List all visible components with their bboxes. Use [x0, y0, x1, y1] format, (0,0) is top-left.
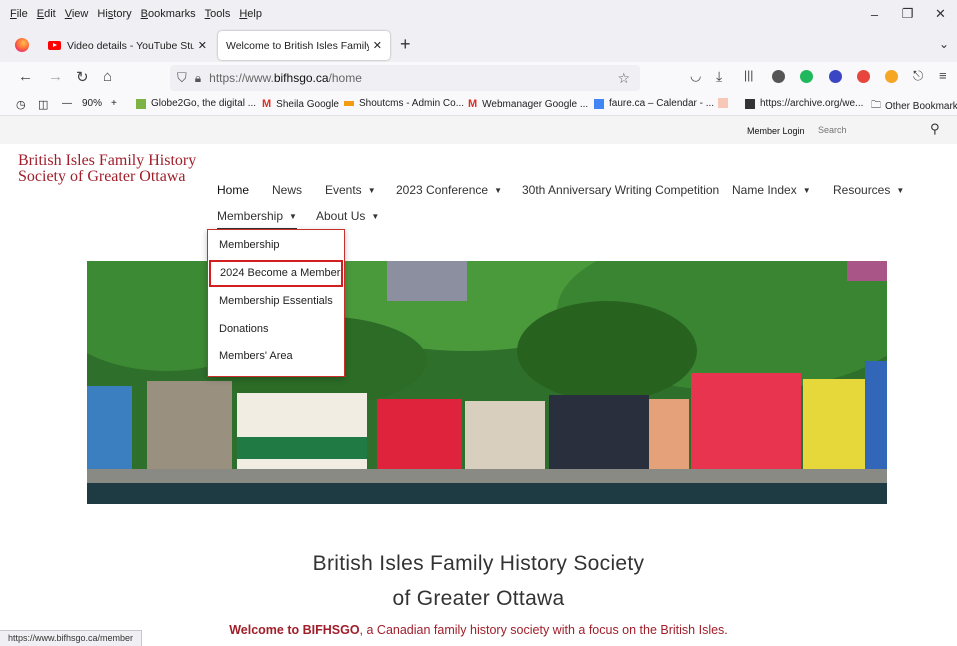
- shoutcms-icon: [344, 101, 354, 106]
- forward-icon[interactable]: →: [48, 68, 63, 85]
- tab-close-icon[interactable]: ✕: [373, 39, 382, 52]
- menu-bar: File Edit View History Bookmarks Tools H…: [0, 0, 957, 28]
- zoom-out-button[interactable]: —: [62, 98, 72, 109]
- site-search-input[interactable]: [812, 119, 942, 141]
- caret-down-icon: ▼: [802, 186, 811, 195]
- dropdown-item-donations[interactable]: Donations: [208, 316, 344, 343]
- extension-s-icon[interactable]: [772, 70, 785, 83]
- pocket-icon[interactable]: ◡: [690, 68, 701, 84]
- nav-membership[interactable]: Membership ▼: [217, 209, 297, 229]
- caret-down-icon: ▼: [896, 186, 905, 195]
- bookmark-sheila-google[interactable]: M Sheila Google: [262, 98, 339, 110]
- zoom-level[interactable]: 90%: [82, 98, 102, 109]
- list-all-tabs-button[interactable]: ⌄: [939, 37, 949, 51]
- nav-events[interactable]: Events ▼: [325, 183, 376, 197]
- bookmarks-bar: ◷ ◫ — 90% + Globe2Go, the digital ... MS…: [0, 94, 957, 116]
- extension-g-icon[interactable]: [800, 70, 813, 83]
- bookmark-globe2go[interactable]: Globe2Go, the digital ...: [136, 98, 256, 109]
- share-icon[interactable]: ⎋: [913, 68, 923, 84]
- globe2go-icon: [136, 98, 146, 109]
- history-icon[interactable]: ◷: [16, 98, 26, 111]
- caret-down-icon: ▼: [289, 212, 297, 221]
- hamburger-menu-icon[interactable]: ≡: [939, 68, 947, 83]
- youtube-icon: [48, 41, 61, 50]
- nav-news[interactable]: News: [272, 183, 302, 197]
- library-icon[interactable]: |||: [744, 68, 753, 82]
- shield-icon[interactable]: ⛉: [177, 70, 187, 86]
- new-tab-button[interactable]: +: [400, 34, 411, 55]
- tab-youtube-studio[interactable]: Video details - YouTube Studio ✕: [40, 31, 215, 60]
- member-login-link[interactable]: Member Login: [747, 126, 805, 136]
- lock-icon[interactable]: 🔒︎: [195, 71, 201, 86]
- tab-close-icon[interactable]: ✕: [198, 39, 207, 52]
- search-icon[interactable]: ⚲: [930, 121, 940, 137]
- archive-icon: [745, 98, 755, 109]
- menu-help[interactable]: Help: [239, 8, 262, 20]
- other-bookmarks[interactable]: 🗀︎ Other Bookmarks: [871, 98, 957, 115]
- logo-line-2: Society of Greater Ottawa: [18, 168, 186, 185]
- url-text[interactable]: https://www.bifhsgo.ca/home: [209, 71, 362, 85]
- nav-writing-competition[interactable]: 30th Anniversary Writing Competition: [522, 183, 719, 197]
- web-page: Member Login ⚲ British Isles Family Hist…: [0, 116, 957, 646]
- bookmark-shoutcms[interactable]: Shoutcms - Admin Co...: [344, 98, 464, 109]
- nav-2023-conference[interactable]: 2023 Conference ▼: [396, 183, 502, 197]
- zoom-in-button[interactable]: +: [111, 98, 117, 109]
- bookmark-faure-calendar[interactable]: faure.ca – Calendar - ...: [594, 98, 714, 109]
- welcome-text: Welcome to BIFHSGO, a Canadian family hi…: [229, 623, 728, 637]
- caret-down-icon: ▼: [367, 186, 376, 195]
- tab-bar: Video details - YouTube Studio ✕ Welcome…: [0, 28, 957, 62]
- download-icon[interactable]: ⤓: [716, 68, 722, 85]
- dropdown-item-members-area[interactable]: Members' Area: [208, 343, 344, 370]
- site-logo[interactable]: British Isles Family History Society of …: [18, 153, 196, 185]
- utility-strip: Member Login ⚲: [0, 116, 957, 144]
- bookmark-blank[interactable]: [718, 98, 733, 108]
- menu-file[interactable]: File: [10, 8, 28, 20]
- navigation-toolbar: ← → ↻ ⌂ ⛉ 🔒︎ https://www.bifhsgo.ca/home…: [0, 62, 957, 94]
- tab-title: Welcome to British Isles Family Histo: [226, 39, 369, 52]
- minimize-button[interactable]: –: [858, 7, 891, 22]
- menu-tools[interactable]: Tools: [205, 8, 231, 20]
- sidebar-icon[interactable]: ◫: [38, 98, 48, 111]
- bookmark-archive-org[interactable]: https://archive.org/we...: [745, 98, 863, 109]
- folder-icon: 🗀︎: [871, 100, 881, 111]
- close-window-button[interactable]: ✕: [924, 6, 957, 22]
- menu-history[interactable]: History: [97, 8, 131, 20]
- menu-view[interactable]: View: [65, 8, 89, 20]
- status-bar-url: https://www.bifhsgo.ca/member: [0, 630, 143, 646]
- restore-button[interactable]: ❐: [891, 6, 924, 22]
- logo-line-1: British Isles Family History: [18, 152, 197, 169]
- address-bar[interactable]: ⛉ 🔒︎ https://www.bifhsgo.ca/home ☆: [170, 65, 640, 91]
- dropdown-item-membership-essentials[interactable]: Membership Essentials: [208, 288, 344, 315]
- tab-bifhsgo[interactable]: Welcome to British Isles Family Histo ✕: [218, 31, 390, 60]
- extension-ring-icon[interactable]: [885, 70, 898, 83]
- bookmark-star-icon[interactable]: ☆: [617, 70, 630, 87]
- bookmark-favicon: [718, 98, 728, 108]
- caret-down-icon: ▼: [494, 186, 502, 195]
- reload-icon[interactable]: ↻: [76, 68, 89, 86]
- nav-home[interactable]: Home: [217, 183, 249, 197]
- nav-about-us[interactable]: About Us ▼: [316, 209, 379, 223]
- page-heading-line-2: of Greater Ottawa: [392, 587, 565, 610]
- home-icon[interactable]: ⌂: [103, 68, 112, 85]
- back-icon[interactable]: ←: [18, 68, 33, 85]
- dropdown-item-become-member[interactable]: 2024 Become a Member: [209, 260, 343, 287]
- gmail-icon: M: [262, 98, 272, 110]
- nav-resources[interactable]: Resources ▼: [833, 183, 904, 197]
- adblock-icon[interactable]: [857, 70, 870, 83]
- bookmark-webmanager[interactable]: M Webmanager Google ...: [468, 98, 588, 110]
- membership-dropdown: Membership 2024 Become a Member Membersh…: [207, 229, 345, 377]
- firefox-icon[interactable]: [15, 38, 29, 52]
- tab-title: Video details - YouTube Studio: [67, 39, 194, 52]
- menu-edit[interactable]: Edit: [37, 8, 56, 20]
- dropdown-item-membership[interactable]: Membership: [208, 232, 344, 259]
- nav-name-index[interactable]: Name Index ▼: [732, 183, 811, 197]
- extension-shield-icon[interactable]: [829, 70, 842, 83]
- page-heading-line-1: British Isles Family History Society: [312, 552, 645, 575]
- menu-bookmarks[interactable]: Bookmarks: [141, 8, 196, 20]
- calendar-icon: [594, 98, 604, 109]
- caret-down-icon: ▼: [371, 212, 380, 221]
- gmail-icon: M: [468, 98, 478, 110]
